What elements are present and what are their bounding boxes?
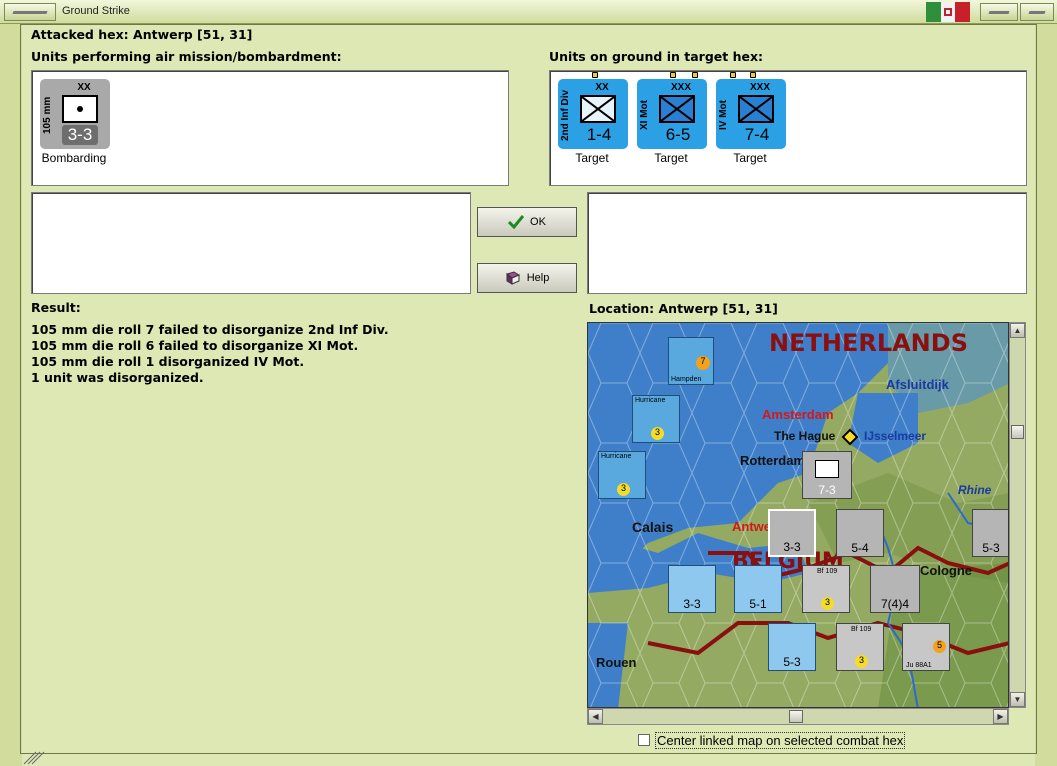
map-place-label: Cologne [920,563,972,578]
map-counter-air[interactable]: Bf 109 3 [802,565,850,613]
defender-detail-box [587,192,1027,294]
motorized-symbol-icon [738,95,774,123]
result-line: 105 mm die roll 1 disorganized IV Mot. [31,354,305,369]
map-counter-ground[interactable]: 5-1 [734,565,782,613]
window-title: Ground Strike [62,5,130,17]
attacker-detail-box [31,192,471,294]
unit-size: XXX [749,82,770,93]
unit-strength: 1-4 [586,125,612,144]
help-button[interactable]: Help [477,263,577,293]
map-counter-ground-selected[interactable]: 3-3 [768,509,816,557]
unit-name: 105 mm [42,96,53,134]
ok-button[interactable]: OK [477,207,577,237]
result-line: 105 mm die roll 7 failed to disorganize … [31,322,389,337]
map-vertical-scrollbar[interactable]: ▲ ▼ [1009,322,1026,708]
infantry-symbol-icon [580,95,616,123]
supply-dot-icon [750,72,756,78]
map-counter-ground[interactable]: 3-3 [668,565,716,613]
map-counter-air[interactable]: Hurricane 3 [632,395,680,443]
unit-size: XX [595,82,609,93]
unit-counter-105mm[interactable]: 105 mm XX 3-3 [40,79,110,149]
mini-map[interactable]: NETHERLANDS BELGIUM Amsterdam The Hague … [587,322,1009,708]
map-place-label: Rotterdam [740,453,806,468]
supply-dot-icon [692,72,698,78]
map-place-label: Rhine [958,483,992,497]
horizontal-scroll-thumb[interactable] [789,710,803,723]
unit-strength: 3-3 [62,125,98,145]
ground-units-list[interactable]: 2nd Inf Div XX 1-4 Target XI Mot XXX 6-5… [549,70,1027,186]
unit-strength: 7-4 [744,125,770,144]
map-place-label: Afsluitdijk [886,377,949,392]
unit-strength: 6-5 [665,125,691,144]
resize-grip-icon[interactable] [22,750,82,766]
close-button[interactable] [1020,3,1054,21]
scroll-right-icon[interactable]: ▶ [993,709,1008,724]
map-counter-ground[interactable]: 5-3 [972,509,1008,557]
result-line: 1 unit was disorganized. [31,370,204,385]
scroll-left-icon[interactable]: ◀ [588,709,603,724]
unit-size: XX [77,82,91,93]
unit-size: XXX [670,82,691,93]
supply-dot-icon [670,72,676,78]
checkmark-icon [508,215,525,229]
unit-name: IV Mot [718,100,729,130]
scroll-up-icon[interactable]: ▲ [1010,323,1025,338]
help-label: Help [526,272,550,284]
map-counter-air[interactable]: Hampden 7 [668,337,714,385]
map-horizontal-scrollbar[interactable]: ◀ ▶ [587,708,1009,725]
center-map-checkbox-label[interactable]: Center linked map on selected combat hex [655,732,906,749]
unit-counter-2nd-inf-div[interactable]: 2nd Inf Div XX 1-4 [558,79,628,149]
result-line: 105 mm die roll 6 failed to disorganize … [31,338,359,353]
map-counter-ground[interactable]: 7(4)4 [870,565,920,613]
help-book-icon [505,271,520,285]
motorized-symbol-icon [659,95,695,123]
unit-name: XI Mot [639,100,650,130]
map-place-label: IJsselmeer [864,429,927,443]
result-label: Result: [31,300,81,315]
center-map-checkbox[interactable] [638,734,650,746]
minimize-button[interactable] [980,3,1018,21]
map-counter-air[interactable]: Hurricane 3 [598,451,646,499]
map-country-label: NETHERLANDS [769,329,968,357]
vertical-scroll-thumb[interactable] [1011,425,1024,439]
nation-flag-icon [926,2,971,22]
attacked-hex-label: Attacked hex: Antwerp [51, 31] [31,27,253,42]
unit-status: Bombarding [41,151,107,165]
ground-units-label: Units on ground in target hex: [549,49,764,64]
supply-dot-icon [592,72,598,78]
unit-status: Target [733,151,767,165]
map-place-label: The Hague [774,429,836,443]
artillery-symbol-icon [62,95,98,123]
scroll-down-icon[interactable]: ▼ [1010,692,1025,707]
location-label: Location: Antwerp [51, 31] [589,301,778,316]
map-counter-ground[interactable]: 5-3 [768,623,816,671]
map-counter-air[interactable]: Bf 109 3 [836,623,884,671]
window-menu-button[interactable] [4,3,56,21]
map-place-label: Rouen [596,655,637,670]
supply-dot-icon [730,72,736,78]
map-counter-air[interactable]: Ju 88A1 5 [902,623,950,671]
map-place-label: Calais [632,519,674,535]
unit-status: Target [575,151,609,165]
title-bar: Ground Strike [0,0,1057,24]
map-counter-ground[interactable]: 5-4 [836,509,884,557]
map-place-label: Amsterdam [762,407,834,422]
map-counter-ground[interactable]: 7-3 [802,451,852,499]
unit-status: Target [654,151,688,165]
unit-counter-iv-mot[interactable]: IV Mot XXX 7-4 [716,79,786,149]
unit-name: 2nd Inf Div [560,89,571,141]
ok-label: OK [530,216,546,228]
air-units-label: Units performing air mission/bombardment… [31,49,342,64]
unit-counter-xi-mot[interactable]: XI Mot XXX 6-5 [637,79,707,149]
air-units-list[interactable]: 105 mm XX 3-3 Bombarding [31,70,509,186]
